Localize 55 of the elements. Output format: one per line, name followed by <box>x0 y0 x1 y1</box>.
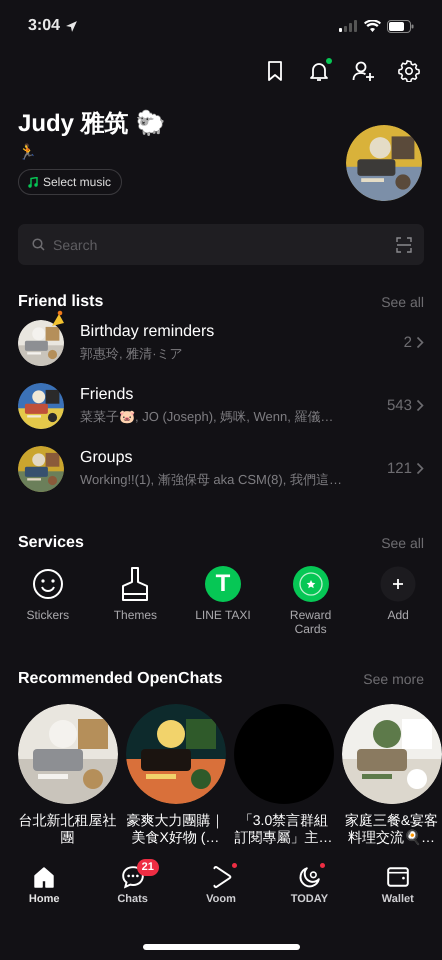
profile-name: Judy 雅筑 🐑 <box>18 108 166 139</box>
reward-card-icon[interactable] <box>292 566 329 602</box>
openchat-title[interactable]: 家庭三餐&宴客料理交流🍳… <box>341 812 442 846</box>
battery-icon <box>387 20 414 32</box>
openchat-title[interactable]: 「3.0禁言群組訂閱專屬」主… <box>233 812 334 846</box>
tab-item[interactable]: TODAY <box>265 861 354 909</box>
location-arrow-icon <box>65 20 78 32</box>
search-input[interactable]: Search <box>53 236 388 252</box>
add-friend-icon[interactable] <box>352 60 376 82</box>
settings-icon[interactable] <box>398 60 420 82</box>
section-title: Recommended OpenChats <box>18 670 222 688</box>
friend-count: 121 <box>386 460 412 477</box>
service-label[interactable]: LINE TAXI <box>192 608 254 622</box>
tab-item[interactable]: 21 Chats <box>88 861 177 909</box>
tab-item[interactable]: Home <box>0 861 88 909</box>
see-more-link[interactable]: See more <box>363 671 424 687</box>
service-label[interactable]: Reward Cards <box>280 608 342 636</box>
wifi-icon <box>364 20 381 32</box>
chevron-icon[interactable] <box>416 399 424 412</box>
see-all-link[interactable]: See all <box>381 294 424 310</box>
openchat-title[interactable]: 台北新北租屋社團 <box>17 812 118 846</box>
friend-list-members: 菜菜子🐷, JO (Joseph), 媽咪, Wenn, 羅儀… <box>80 408 334 426</box>
openchat-title[interactable]: 豪爽大力團購｜美食X好物 (… <box>125 812 226 846</box>
unread-badge: 21 <box>136 859 159 876</box>
tab-item[interactable]: Wallet <box>354 861 442 909</box>
tab-item[interactable]: Voom <box>176 861 266 909</box>
moon-icon <box>297 865 322 889</box>
smiley-icon[interactable] <box>32 568 64 600</box>
search-field[interactable]: Search <box>18 224 424 265</box>
section-title: Services <box>18 534 84 552</box>
service-label[interactable]: Themes <box>104 608 166 622</box>
scan-icon[interactable] <box>396 236 412 252</box>
bell-icon[interactable] <box>308 60 330 82</box>
music-note-icon <box>28 176 38 188</box>
wallet-icon <box>386 865 410 889</box>
chevron-icon[interactable] <box>416 462 424 475</box>
status-message: 🏃 <box>18 143 38 161</box>
friend-count: 543 <box>386 397 412 414</box>
friend-list-title[interactable]: Birthday reminders <box>80 322 388 340</box>
chevron-icon[interactable] <box>416 336 424 349</box>
friend-count: 2 <box>404 334 412 351</box>
friend-list-members: Working!!(1), 漸強保母 aka CSM(8), 我們這… <box>80 470 343 488</box>
service-label[interactable]: Add <box>367 608 430 622</box>
friend-list-title[interactable]: Friends <box>80 386 371 404</box>
select-music-button[interactable]: Select music <box>18 169 122 195</box>
service-label[interactable]: Stickers <box>16 608 79 622</box>
clock-time: 3:04 <box>28 17 60 35</box>
see-all-link[interactable]: See all <box>381 535 424 551</box>
home-icon <box>32 865 56 889</box>
search-icon <box>32 238 45 251</box>
friend-list-title[interactable]: Groups <box>80 448 371 466</box>
section-title: Friend lists <box>18 293 104 311</box>
signal-icon <box>339 20 358 32</box>
add-icon[interactable] <box>380 566 416 602</box>
friend-list-members: 郭惠玲, 雅清·ミア <box>80 344 184 362</box>
